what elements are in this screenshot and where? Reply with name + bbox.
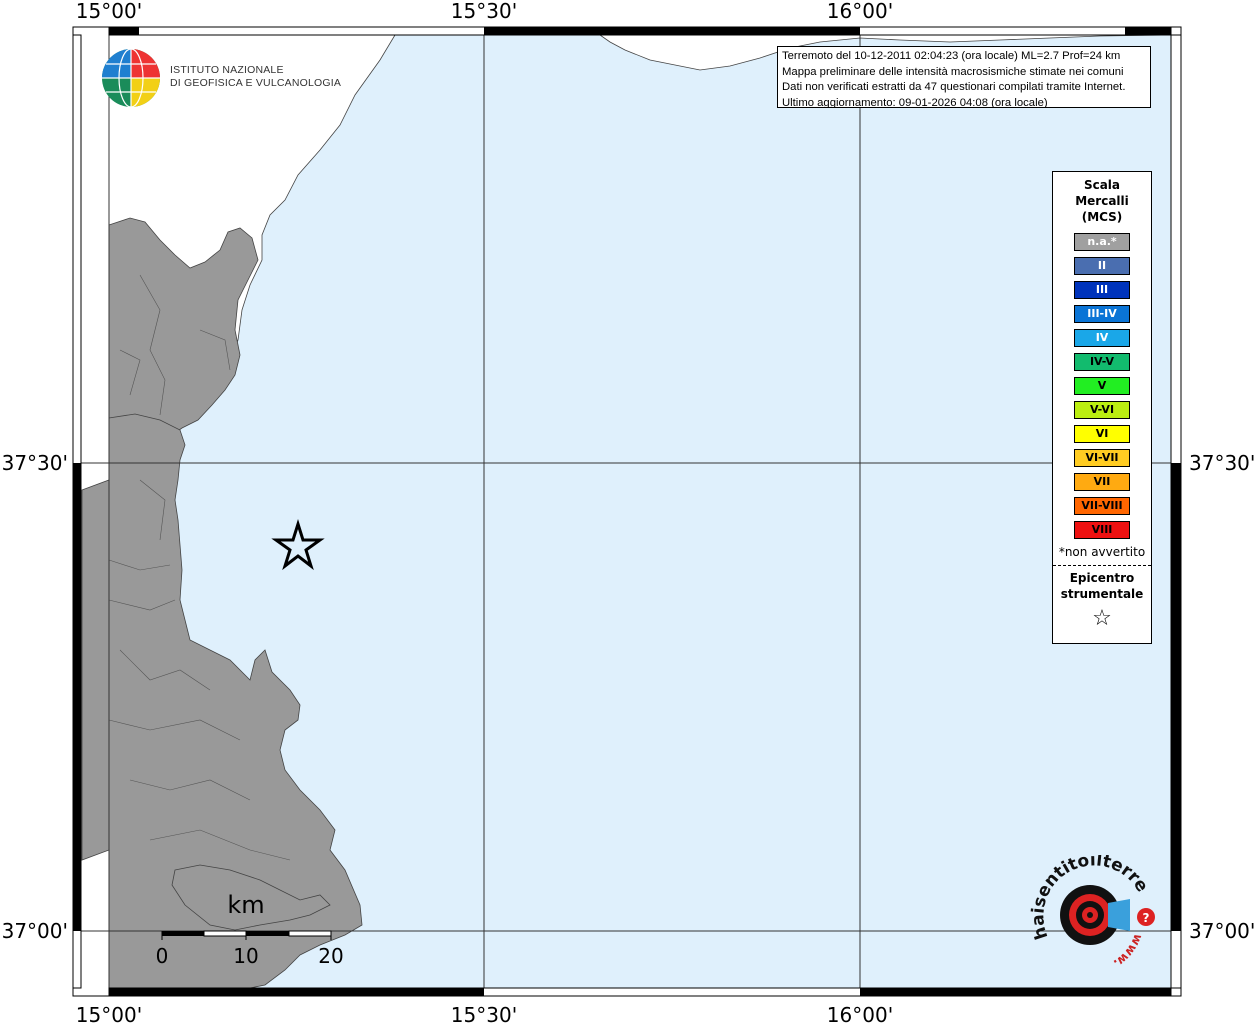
ingv-name-line1: ISTITUTO NAZIONALE [170, 64, 284, 76]
legend-swatch-iiiiv: III-IV [1074, 305, 1130, 323]
info-line-3: Dati non verificati estratti da 47 quest… [782, 81, 1126, 93]
lat-label-right-1: 37°30' [1189, 451, 1254, 475]
sicily-west-edge [81, 479, 110, 861]
legend-note: *non avvertito [1058, 545, 1146, 559]
legend-swatch-ii: II [1074, 257, 1130, 275]
legend-swatches: n.a.* II III III-IV IV IV-V V V-VI VI VI-VII VII VI… [1053, 233, 1151, 539]
legend-title-line2: Mercalli [1075, 194, 1129, 208]
latitude-labels-right: 37°30' 37°00' [1189, 451, 1254, 943]
legend-swatch-iv: IV [1074, 329, 1130, 347]
legend-swatch-na: n.a.* [1074, 233, 1130, 251]
latitude-labels-left: 37°30' 37°00' [2, 451, 68, 943]
legend-epicenter-label: Epicentro strumentale [1053, 570, 1151, 602]
lat-label-left-2: 37°00' [2, 919, 68, 943]
scale-unit: km [227, 891, 264, 919]
lon-label-bottom-3: 16°00' [827, 1003, 893, 1024]
haisentito-logo[interactable]: haisentitoilterremoto.it www. ? [1030, 855, 1160, 975]
legend-swatch-v: V [1074, 377, 1130, 395]
legend-swatch-ivv: IV-V [1074, 353, 1130, 371]
lon-label-top-2: 15°30' [451, 0, 517, 23]
legend-swatch-viii: VIII [1074, 521, 1130, 539]
legend-swatch-vivii: VI-VII [1074, 449, 1130, 467]
legend-swatch-viiviii: VII-VIII [1074, 497, 1130, 515]
legend-epicenter-line2: strumentale [1060, 587, 1144, 601]
legend-star-icon: ☆ [1092, 606, 1112, 631]
lon-label-bottom-1: 15°00' [76, 1003, 142, 1024]
ingv-name: ISTITUTO NAZIONALE DI GEOFISICA E VULCAN… [170, 64, 341, 90]
legend-swatch-vii: VII [1074, 473, 1130, 491]
lon-label-top-3: 16°00' [827, 0, 893, 23]
info-line-1: Terremoto del 10-12-2011 02:04:23 (ora l… [782, 50, 1121, 62]
legend-swatch-vvi: V-VI [1074, 401, 1130, 419]
legend-epicenter-line1: Epicentro [1069, 571, 1135, 585]
ingv-name-line2: DI GEOFISICA E VULCANOLOGIA [170, 77, 342, 89]
info-line-2: Mappa preliminare delle intensità macros… [782, 65, 1124, 78]
scale-tick-20: 20 [318, 944, 343, 968]
ingv-logo-icon [102, 48, 160, 108]
info-line-4: Ultimo aggiornamento: 09-01-2026 04:08 (… [782, 96, 1048, 108]
mcs-legend: Scala Mercalli (MCS) n.a.* II III III-IV IV I… [1052, 171, 1152, 644]
lat-label-right-2: 37°00' [1189, 919, 1254, 943]
lon-label-bottom-2: 15°30' [451, 1003, 517, 1024]
legend-swatch-iii: III [1074, 281, 1130, 299]
scale-tick-10: 10 [233, 944, 258, 968]
svg-text:?: ? [1143, 911, 1150, 925]
lat-label-left-1: 37°30' [2, 451, 68, 475]
hst-logo-prefix: www. [1111, 932, 1145, 971]
legend-divider [1053, 565, 1151, 566]
legend-title-line3: (MCS) [1081, 210, 1123, 224]
lon-label-top-1: 15°00' [76, 0, 142, 23]
longitude-labels-bottom: 15°00' 15°30' 16°00' [76, 1003, 893, 1024]
legend-title-line1: Scala [1083, 178, 1121, 192]
legend-swatch-vi: VI [1074, 425, 1130, 443]
event-info-box: Terremoto del 10-12-2011 02:04:23 (ora l… [777, 46, 1151, 108]
scale-tick-0: 0 [156, 944, 169, 968]
legend-title: Scala Mercalli (MCS) [1053, 177, 1151, 225]
longitude-labels-top: 15°00' 15°30' 16°00' [76, 0, 893, 23]
